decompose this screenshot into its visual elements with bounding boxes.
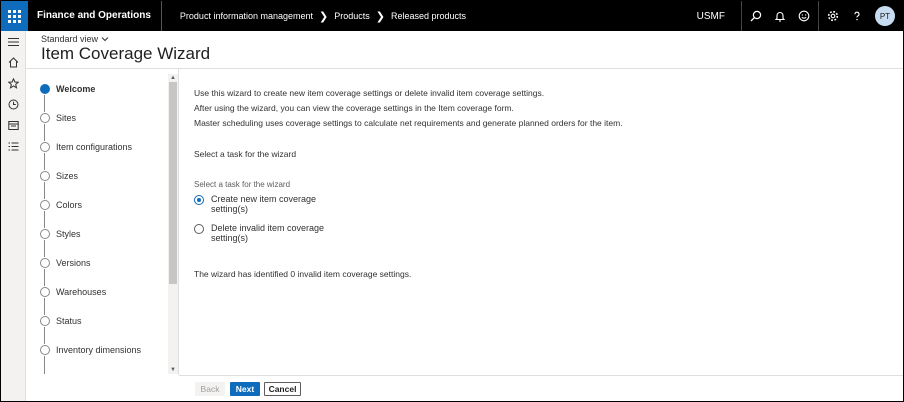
step-versions[interactable]: Versions	[38, 255, 91, 271]
step-inventory-dimensions[interactable]: Inventory dimensions	[38, 342, 141, 358]
step-circle-icon	[40, 229, 50, 239]
step-colors[interactable]: Colors	[38, 197, 82, 213]
radio-selected-icon[interactable]	[194, 195, 204, 205]
scrollbar-thumb[interactable]	[169, 82, 177, 284]
step-circle-icon	[40, 316, 50, 326]
smiley-icon[interactable]	[792, 1, 816, 31]
gear-icon[interactable]	[821, 1, 845, 31]
list-icon[interactable]	[1, 136, 26, 157]
page-title: Item Coverage Wizard	[41, 44, 211, 63]
wizard-content: Use this wizard to create new item cover…	[194, 87, 894, 132]
intro-text: Master scheduling uses coverage settings…	[194, 118, 623, 128]
app-title[interactable]: Finance and Operations	[28, 1, 162, 31]
home-icon[interactable]	[1, 52, 26, 73]
radio-label: Delete invalid item coverage setting(s)	[211, 223, 325, 243]
radio-label: Create new item coverage setting(s)	[211, 194, 317, 214]
bell-icon[interactable]	[768, 1, 792, 31]
step-styles[interactable]: Styles	[38, 226, 81, 242]
avatar[interactable]: PT	[875, 6, 895, 26]
radio-create-coverage[interactable]: Create new item coverage setting(s)	[194, 194, 331, 214]
wizard-steps: Welcome Sites Item configurations Sizes …	[38, 74, 168, 374]
waffle-icon	[8, 9, 21, 23]
top-bar-actions: USMF PT	[697, 1, 903, 31]
step-label: Colors	[56, 200, 83, 210]
steps-scrollbar[interactable]: ▲ ▼	[168, 74, 178, 374]
radio-delete-invalid[interactable]: Delete invalid item coverage setting(s)	[194, 223, 331, 243]
divider	[178, 69, 179, 375]
back-button[interactable]: Back	[195, 382, 225, 396]
chevron-right-icon: ❯	[375, 10, 385, 23]
step-label: Styles	[56, 229, 81, 239]
view-selector[interactable]: Standard view	[41, 34, 109, 44]
step-welcome[interactable]: Welcome	[38, 81, 95, 97]
step-label: Sites	[56, 113, 77, 123]
clock-icon[interactable]	[1, 94, 26, 115]
identified-message: The wizard has identified 0 invalid item…	[194, 269, 412, 279]
step-circle-icon	[40, 142, 50, 152]
app-launcher-button[interactable]	[1, 1, 28, 31]
cancel-button[interactable]: Cancel	[264, 382, 301, 396]
breadcrumb-item-released-products[interactable]: Released products	[391, 11, 466, 21]
breadcrumb: Product information management ❯ Product…	[180, 10, 466, 23]
step-label: Item configurations	[56, 142, 133, 152]
radio-unselected-icon[interactable]	[194, 224, 204, 234]
divider	[26, 68, 903, 69]
step-label: Sizes	[56, 171, 79, 181]
task-heading: Select a task for the wizard	[194, 149, 297, 159]
hamburger-icon[interactable]	[1, 31, 26, 52]
navigation-pane	[1, 31, 26, 401]
divider	[818, 1, 819, 31]
breadcrumb-item-pim[interactable]: Product information management	[180, 11, 313, 21]
top-bar: Finance and Operations Product informati…	[1, 1, 903, 31]
help-icon[interactable]	[845, 1, 869, 31]
search-icon[interactable]	[744, 1, 768, 31]
step-label: Inventory dimensions	[56, 345, 142, 355]
step-circle-icon	[40, 287, 50, 297]
step-circle-icon	[40, 258, 50, 268]
step-label: Welcome	[56, 84, 96, 94]
step-circle-icon	[40, 200, 50, 210]
chevron-down-icon	[101, 34, 109, 44]
step-label: Status	[56, 316, 82, 326]
star-icon[interactable]	[1, 73, 26, 94]
scroll-up-icon[interactable]: ▲	[168, 74, 178, 82]
step-sizes[interactable]: Sizes	[38, 168, 78, 184]
step-status[interactable]: Status	[38, 313, 82, 329]
intro-text: After using the wizard, you can view the…	[194, 103, 514, 113]
view-selector-label: Standard view	[41, 34, 99, 44]
step-item-configurations[interactable]: Item configurations	[38, 139, 132, 155]
step-circle-icon	[40, 171, 50, 181]
breadcrumb-item-products[interactable]: Products	[334, 11, 370, 21]
intro-text: Use this wizard to create new item cover…	[194, 88, 545, 98]
next-button[interactable]: Next	[230, 382, 260, 396]
divider	[179, 375, 903, 376]
task-group-label: Select a task for the wizard	[194, 180, 291, 189]
step-circle-icon	[40, 345, 50, 355]
step-warehouses[interactable]: Warehouses	[38, 284, 106, 300]
workspace-icon[interactable]	[1, 115, 26, 136]
chevron-right-icon: ❯	[319, 10, 329, 23]
divider	[741, 1, 742, 31]
step-current-icon	[40, 84, 50, 94]
step-sites[interactable]: Sites	[38, 110, 76, 126]
company-picker[interactable]: USMF	[697, 11, 725, 22]
step-circle-icon	[40, 113, 50, 123]
app-frame: Finance and Operations Product informati…	[0, 0, 904, 402]
step-label: Warehouses	[56, 287, 107, 297]
step-connector	[44, 356, 45, 374]
step-label: Versions	[56, 258, 91, 268]
scroll-down-icon[interactable]: ▼	[168, 366, 178, 374]
